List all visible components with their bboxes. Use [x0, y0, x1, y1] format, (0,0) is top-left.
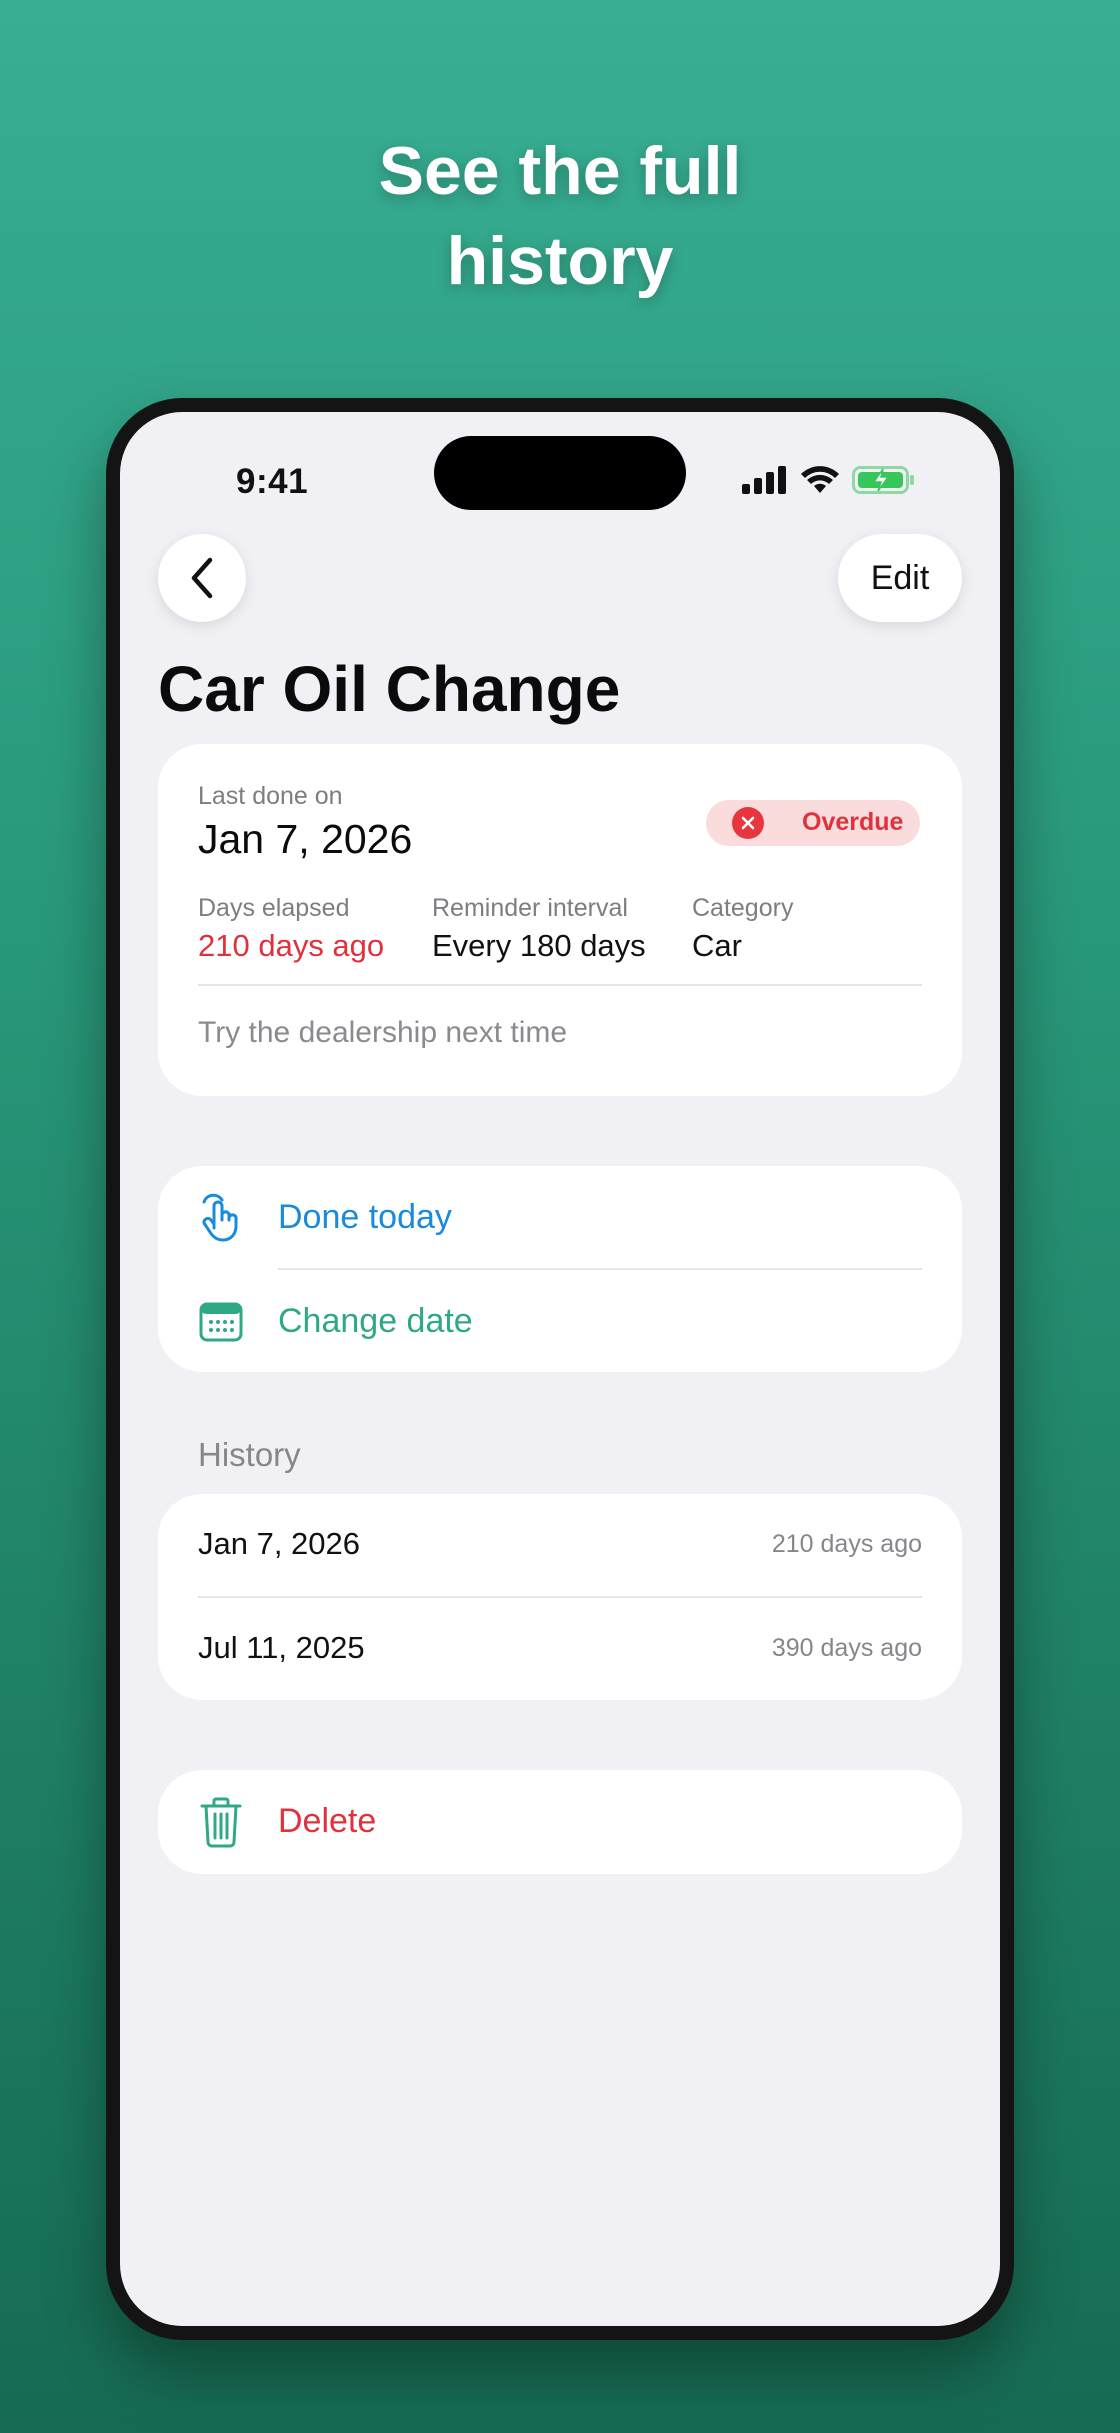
- headline-line-1: See the full: [378, 133, 742, 209]
- dynamic-island: [434, 436, 686, 510]
- history-date: Jan 7, 2026: [198, 1526, 361, 1561]
- wifi-icon: [801, 466, 839, 493]
- cellular-signal-icon: [742, 466, 786, 494]
- trash-icon: [200, 1797, 242, 1848]
- details-card: Last done on Jan 7, 2026 Overdue Days el…: [158, 744, 962, 1096]
- history-section-title: History: [198, 1436, 301, 1473]
- delete-button[interactable]: Delete: [158, 1770, 962, 1874]
- app-screen: 9:41 Edit Car Oil Change Last done on Ja…: [120, 412, 1000, 2326]
- chevron-left-icon: [191, 557, 213, 599]
- days-elapsed-value: 210 days ago: [198, 928, 385, 963]
- edit-button[interactable]: Edit: [838, 534, 962, 622]
- category-label: Category: [692, 894, 794, 922]
- last-done-value: Jan 7, 2026: [198, 816, 413, 862]
- page-title: Car Oil Change: [158, 653, 621, 725]
- battery-charging-icon: [852, 466, 914, 494]
- phone-frame: 9:41 Edit Car Oil Change Last done on Ja…: [106, 398, 1014, 2340]
- history-list: Jan 7, 2026 210 days ago Jul 11, 2025 39…: [158, 1494, 962, 1700]
- history-date: Jul 11, 2025: [198, 1630, 365, 1665]
- done-today-label: Done today: [278, 1198, 452, 1236]
- interval-label: Reminder interval: [432, 894, 628, 922]
- note-text: Try the dealership next time: [198, 1016, 568, 1049]
- status-badge-label: Overdue: [802, 808, 904, 836]
- x-circle-icon: [732, 807, 764, 839]
- done-today-button[interactable]: Done today: [158, 1166, 962, 1268]
- actions-card: Done today Change date: [158, 1166, 962, 1372]
- tap-hand-icon: [202, 1193, 238, 1242]
- interval-value: Every 180 days: [432, 928, 646, 963]
- history-row: Jan 7, 2026 210 days ago: [158, 1494, 962, 1596]
- status-badge: Overdue: [706, 800, 920, 846]
- days-elapsed-label: Days elapsed: [198, 894, 350, 922]
- headline: See the full history: [0, 126, 1120, 306]
- history-row: Jul 11, 2025 390 days ago: [158, 1598, 962, 1700]
- change-date-button[interactable]: Change date: [158, 1270, 962, 1372]
- calendar-icon: [199, 1302, 243, 1342]
- change-date-label: Change date: [278, 1302, 473, 1340]
- back-button[interactable]: [158, 534, 246, 622]
- status-icons: [742, 462, 916, 498]
- headline-line-2: history: [446, 223, 674, 299]
- history-ago: 390 days ago: [771, 1634, 922, 1662]
- details-divider: [198, 984, 922, 986]
- delete-label: Delete: [278, 1802, 377, 1840]
- category-value: Car: [692, 928, 742, 963]
- history-ago: 210 days ago: [771, 1530, 922, 1558]
- last-done-label: Last done on: [198, 782, 343, 810]
- status-time: 9:41: [236, 462, 309, 501]
